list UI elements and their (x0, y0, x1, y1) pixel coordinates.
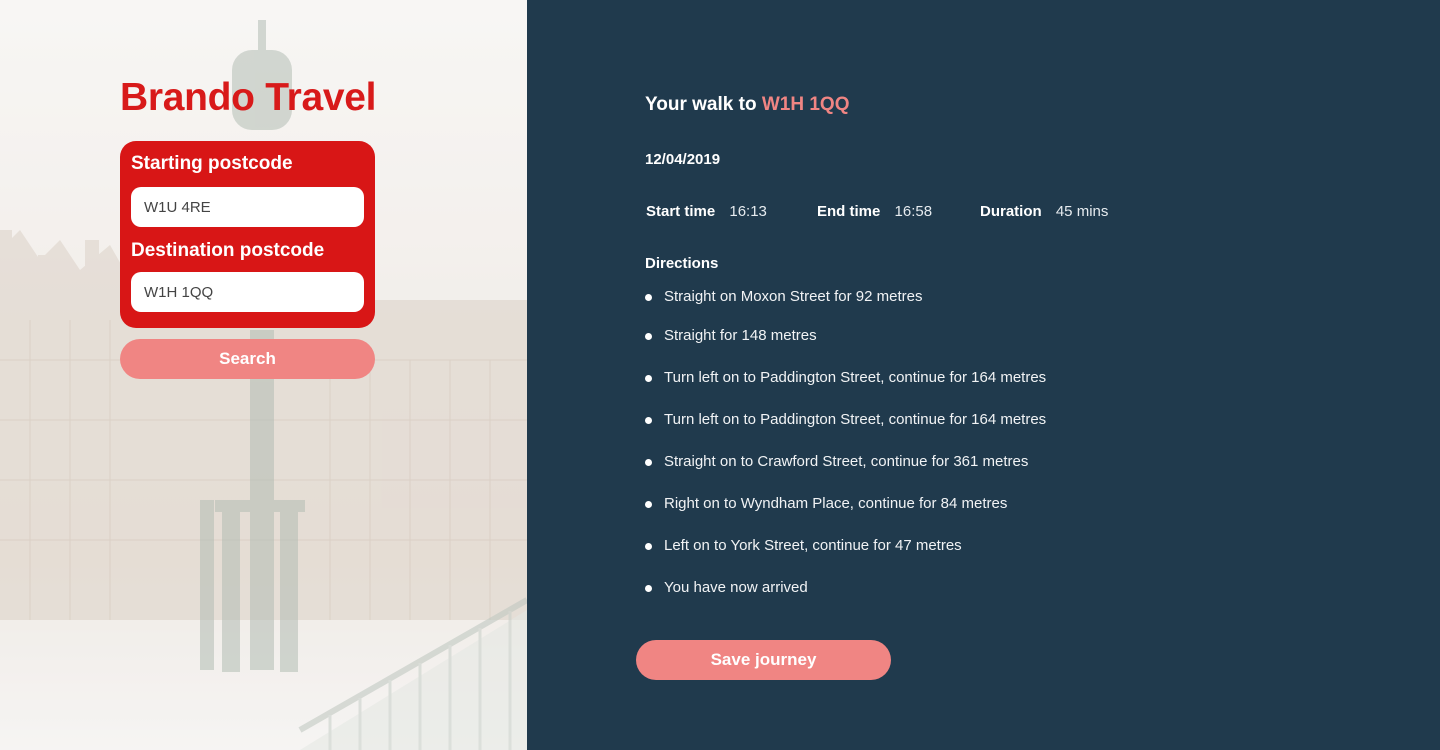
start-time-value: 16:13 (729, 203, 767, 220)
bullet-icon (645, 375, 652, 382)
starting-postcode-input[interactable] (131, 187, 364, 227)
destination-postcode-input[interactable] (131, 272, 364, 312)
start-time: Start time 16:13 (646, 203, 767, 220)
bullet-icon (645, 543, 652, 550)
postcode-form: Starting postcode Destination postcode (120, 141, 375, 328)
end-time-value: 16:58 (894, 203, 933, 220)
journey-date: 12/04/2019 (645, 151, 721, 168)
directions-heading: Directions (645, 255, 719, 272)
bullet-icon (645, 333, 652, 340)
journey-title-prefix: Your walk to (645, 94, 757, 115)
duration: Duration 45 mins (980, 203, 1108, 220)
end-time-label: End time (817, 203, 881, 220)
search-panel: Brando Travel Starting postcode Destinat… (0, 0, 527, 750)
bullet-icon (645, 294, 652, 301)
journey-title: Your walk to W1H 1QQ (645, 94, 849, 116)
save-journey-button[interactable]: Save journey (636, 640, 891, 680)
duration-label: Duration (980, 203, 1042, 220)
duration-value: 45 mins (1055, 203, 1109, 220)
brand-title: Brando Travel (120, 76, 377, 119)
start-time-label: Start time (646, 203, 716, 220)
end-time: End time 16:58 (817, 203, 932, 220)
journey-destination: W1H 1QQ (761, 94, 850, 115)
bullet-icon (645, 459, 652, 466)
bullet-icon (645, 501, 652, 508)
bullet-icon (645, 417, 652, 424)
bullet-icon (645, 585, 652, 592)
search-button[interactable]: Search (120, 339, 375, 379)
destination-postcode-label: Destination postcode (131, 240, 325, 261)
starting-postcode-label: Starting postcode (131, 153, 293, 174)
journey-panel: Your walk to W1H 1QQ 12/04/2019 Start ti… (527, 0, 1440, 750)
